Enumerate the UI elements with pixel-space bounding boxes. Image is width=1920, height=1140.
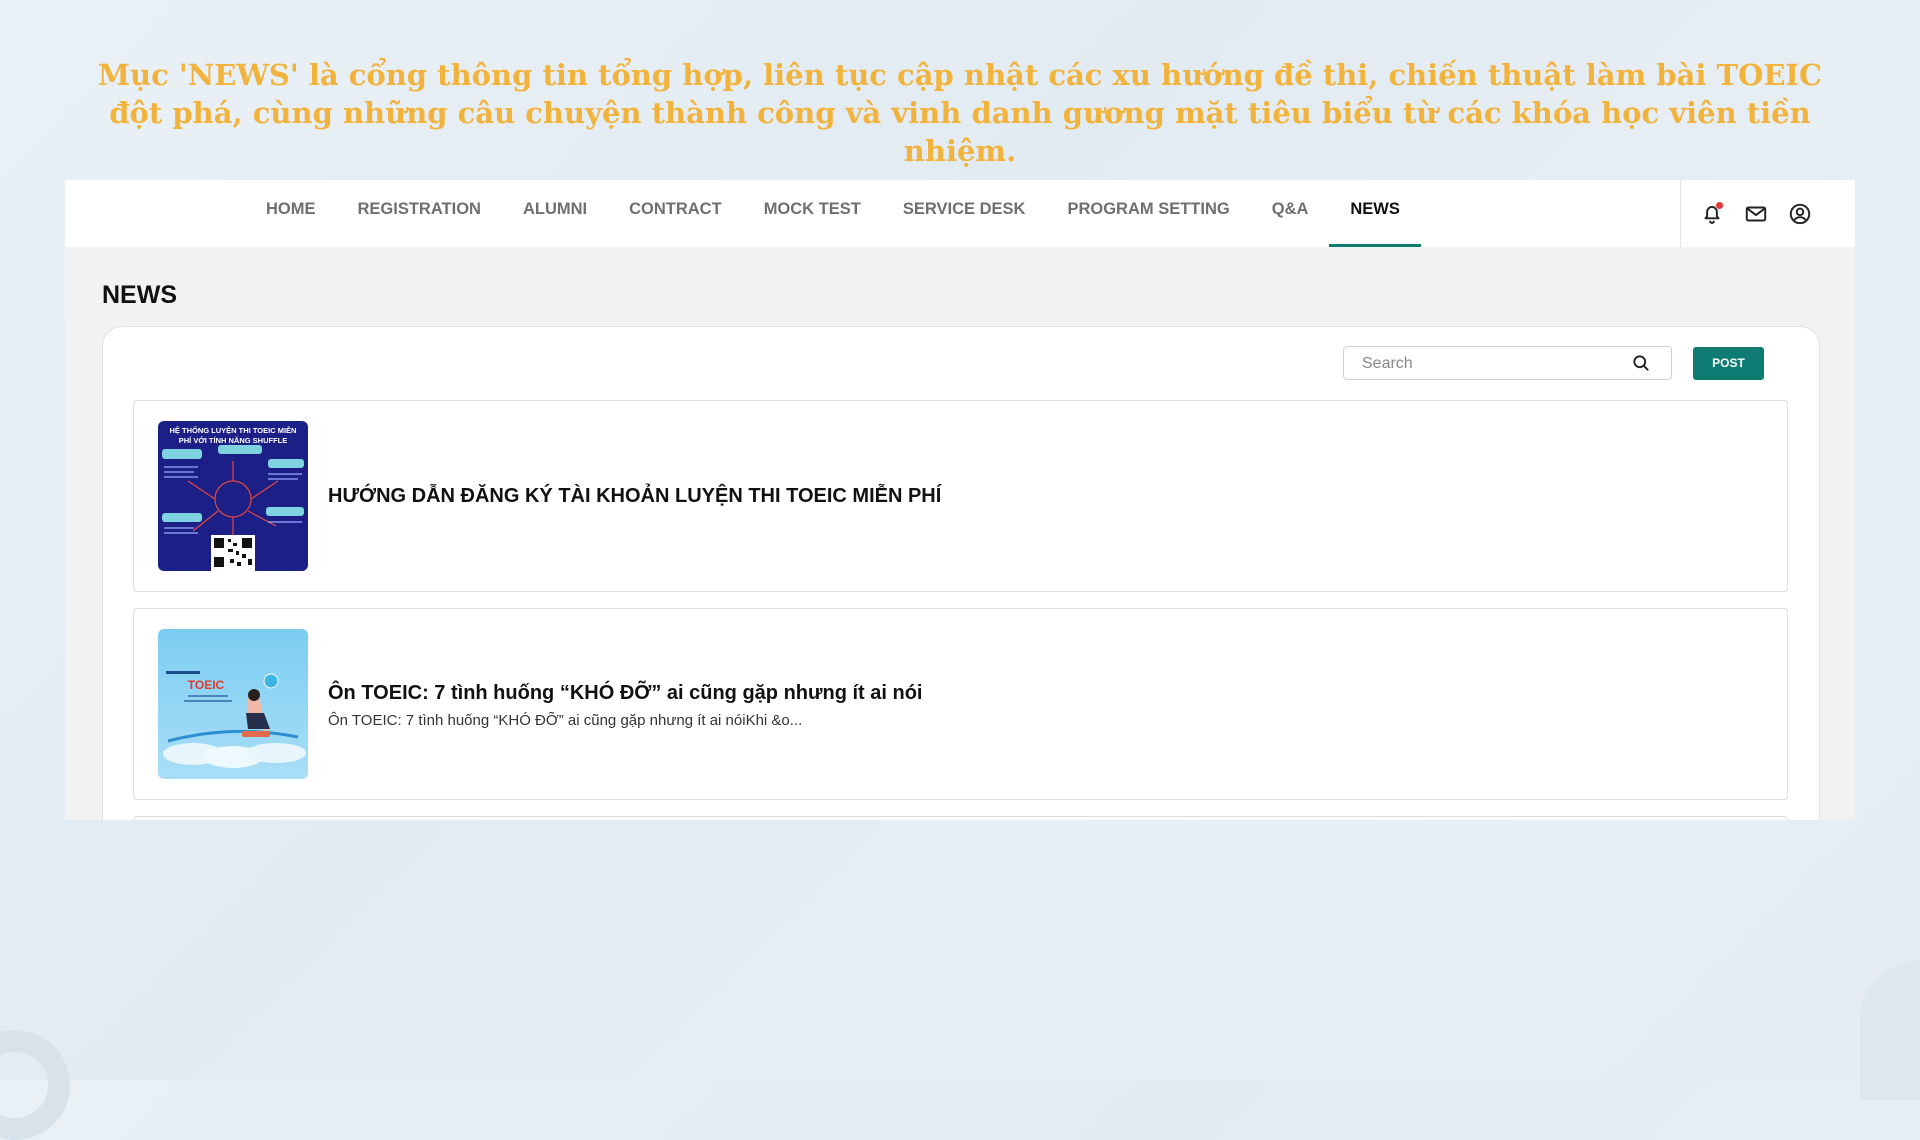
post-button[interactable]: POST bbox=[1693, 347, 1764, 380]
nav-item-program-setting[interactable]: PROGRAM SETTING bbox=[1046, 180, 1250, 247]
nav-item-alumni[interactable]: ALUMNI bbox=[502, 180, 608, 247]
nav-item-service-desk[interactable]: SERVICE DESK bbox=[882, 180, 1047, 247]
page-title: NEWS bbox=[102, 281, 177, 309]
nav-item-qa[interactable]: Q&A bbox=[1251, 180, 1330, 247]
nav-item-mock-test[interactable]: MOCK TEST bbox=[743, 180, 882, 247]
thumbnail-title-line: HỆ THỐNG LUYỆN THI TOEIC MIỄN bbox=[170, 425, 297, 435]
news-panel: POST HỆ THỐNG LUYỆN THI TOEIC MIỄN PHÍ V… bbox=[102, 326, 1820, 820]
search-box bbox=[1343, 346, 1672, 381]
nav-menu: HOME REGISTRATION ALUMNI CONTRACT MOCK T… bbox=[245, 180, 1421, 247]
news-card[interactable] bbox=[133, 816, 1788, 820]
news-thumbnail: HỆ THỐNG LUYỆN THI TOEIC MIỄN PHÍ VỚI TÍ… bbox=[158, 421, 308, 571]
nav-item-home[interactable]: HOME bbox=[245, 180, 337, 247]
thumbnail-title: TOEIC bbox=[188, 678, 225, 692]
bell-icon[interactable] bbox=[1699, 201, 1725, 227]
news-excerpt: Ôn TOEIC: 7 tình huống “KHÓ ĐỠ” ai cũng … bbox=[328, 711, 803, 729]
thumbnail-title-line: PHÍ VỚI TÍNH NĂNG SHUFFLE bbox=[179, 436, 287, 445]
notification-dot bbox=[1716, 201, 1723, 209]
news-card[interactable]: TOEIC Ôn TOEIC: 7 tình huống “KHÓ ĐỠ” ai… bbox=[133, 608, 1788, 800]
news-card[interactable]: HỆ THỐNG LUYỆN THI TOEIC MIỄN PHÍ VỚI TÍ… bbox=[133, 400, 1788, 592]
app-window: HOME REGISTRATION ALUMNI CONTRACT MOCK T… bbox=[65, 180, 1855, 820]
news-text: Ôn TOEIC: 7 tình huống “KHÓ ĐỠ” ai cũng … bbox=[328, 609, 1757, 799]
mail-icon[interactable] bbox=[1743, 201, 1769, 227]
user-circle-icon[interactable] bbox=[1787, 201, 1813, 227]
nav-icon-group bbox=[1680, 180, 1855, 247]
news-title[interactable]: Ôn TOEIC: 7 tình huống “KHÓ ĐỠ” ai cũng … bbox=[328, 680, 1757, 706]
search-input[interactable] bbox=[1344, 347, 1644, 381]
nav-item-news[interactable]: NEWS bbox=[1329, 180, 1421, 247]
search-icon[interactable] bbox=[1631, 353, 1651, 373]
background-decoration-right bbox=[1860, 960, 1920, 1100]
news-title[interactable]: HƯỚNG DẪN ĐĂNG KÝ TÀI KHOẢN LUYỆN THI TO… bbox=[328, 483, 1757, 509]
news-thumbnail: TOEIC bbox=[158, 629, 308, 779]
news-list: HỆ THỐNG LUYỆN THI TOEIC MIỄN PHÍ VỚI TÍ… bbox=[133, 400, 1788, 820]
slide-caption: Mục 'NEWS' là cổng thông tin tổng hợp, l… bbox=[97, 58, 1823, 168]
nav-item-contract[interactable]: CONTRACT bbox=[608, 180, 743, 247]
news-text: HƯỚNG DẪN ĐĂNG KÝ TÀI KHOẢN LUYỆN THI TO… bbox=[328, 401, 1757, 591]
top-navigation: HOME REGISTRATION ALUMNI CONTRACT MOCK T… bbox=[65, 180, 1855, 247]
nav-item-registration[interactable]: REGISTRATION bbox=[337, 180, 502, 247]
background-decoration-left bbox=[0, 1030, 70, 1140]
